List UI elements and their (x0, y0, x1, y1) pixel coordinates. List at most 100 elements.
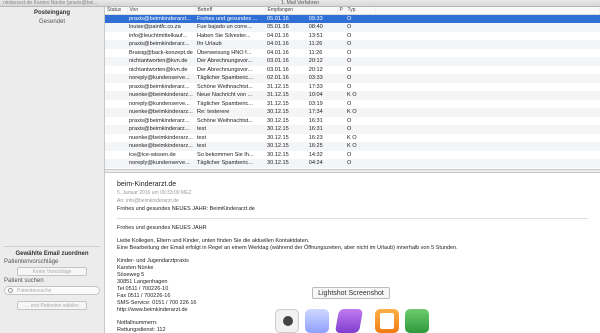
type-cell: O (345, 74, 375, 83)
column-received[interactable]: Empfangen (265, 7, 338, 15)
status-cell (105, 23, 127, 32)
column-type[interactable]: Typ (345, 7, 376, 15)
type-cell: K O (347, 134, 357, 141)
table-row[interactable]: noreply@kundenserve... Täglicher Spamberi… (105, 100, 600, 109)
priority-cell (337, 57, 345, 66)
mail-table: Status Von Betreff Empfangen P Typ praxi… (105, 7, 600, 168)
sidebar-item-inbox[interactable]: Posteingang (0, 10, 104, 16)
from-cell: praxis@beimkinderarzt... (127, 14, 195, 23)
search-icon (8, 288, 13, 293)
table-row[interactable]: nuenke@beimkinderarz... Re: testerere 30.1… (105, 108, 600, 117)
type-cell: K O (345, 108, 375, 117)
document-icon (380, 313, 394, 329)
subject-cell: Täglicher Spamberic... (195, 159, 265, 168)
received-cell: 05.01.16 09:33 (265, 14, 337, 23)
table-row[interactable]: info@leuchtmittelkauf... Haben Sie Silves… (105, 32, 600, 41)
pencil-icon[interactable] (334, 309, 364, 333)
suggestions-label: Patientenvorschläge (4, 259, 59, 265)
table-row[interactable]: praxis@beimkinderarz... Schöne Weihnachts… (105, 117, 600, 126)
from-cell: nuenke@beimkinderarz... (127, 91, 195, 100)
received-cell: 30.12.15 16:31 (265, 125, 337, 134)
from-cell: info@leuchtmittelkauf... (129, 32, 188, 39)
type-cell: O (345, 125, 375, 134)
type-cell: O (347, 32, 352, 39)
subject-cell: Schöne Weihnachtst... (197, 83, 253, 90)
pages-icon[interactable] (375, 309, 399, 333)
priority-cell (337, 40, 345, 49)
column-priority[interactable]: P (337, 7, 346, 15)
table-row[interactable]: ice@ice-wissen.de So bekommen Sie Ih... 30… (105, 151, 600, 160)
status-cell (105, 74, 127, 83)
table-row[interactable]: nichtantworten@kvn.de Der Abrechnungsvor.… (105, 57, 600, 66)
received-date: 03.01.16 (267, 66, 289, 73)
subject-cell: Fue bajado un corre... (195, 23, 265, 32)
filler-cell (375, 32, 600, 41)
received-cell: 31.12.15 10:04 (265, 91, 337, 100)
table-row[interactable]: praxis@beimkinderarz... test 30.12.15 16:31… (105, 125, 600, 134)
message-to: An: info@beimkinderarzt.de (117, 198, 179, 204)
priority-cell (337, 83, 345, 92)
received-time: 11:26 (308, 41, 323, 47)
assign-button[interactable]: ... erst Patienten wählen (17, 301, 87, 310)
priority-cell (337, 125, 345, 134)
subject-cell: Frohes und gesundes ... (195, 14, 265, 23)
received-date: 30.12.15 (267, 126, 289, 132)
priority-cell (337, 32, 345, 41)
table-row[interactable]: nuenke@beimkinderarz... test 30.12.15 16:23… (105, 134, 600, 143)
received-date: 04.01.16 (267, 32, 289, 39)
priority-cell (337, 23, 345, 32)
subject-cell: test (195, 142, 265, 151)
message-body-line-2: Eine Bearbeitung der Email erfolgt in Re… (117, 245, 458, 251)
received-date: 31.12.15 (267, 92, 289, 98)
filler-cell (375, 117, 600, 126)
table-row[interactable]: praxis@beimkinderarz... Schöne Weihnachts… (105, 83, 600, 92)
numbers-icon[interactable] (405, 309, 429, 333)
table-row[interactable]: louise@paintfc.co.za Fue bajado un corre.… (105, 23, 600, 32)
table-row[interactable]: noreply@kundenserve... Täglicher Spamberi… (105, 74, 600, 83)
received-date: 30.12.15 (267, 109, 289, 115)
table-row[interactable]: noreply@kundenserve... Täglicher Spamberi… (105, 159, 600, 168)
dock (275, 302, 455, 333)
sidebar-item-sent[interactable]: Gesendet (0, 19, 104, 25)
received-time: 17:33 (308, 83, 323, 90)
priority-cell (337, 49, 345, 58)
table-row[interactable]: Braisig@back-konzept.de Überweisung HNO f… (105, 49, 600, 58)
status-cell (105, 108, 127, 117)
received-time: 16:23 (308, 134, 323, 141)
table-row[interactable]: nichtantworten@kvn.de Der Abrechnungsvor.… (105, 66, 600, 75)
suggestions-button[interactable]: Keine Vorschläge (17, 267, 87, 276)
subject-cell: So bekommen Sie Ih... (197, 151, 254, 158)
filler-cell (375, 40, 600, 49)
subject-cell: Schöne Weihnachtst... (197, 117, 253, 124)
received-time: 17:34 (308, 109, 323, 115)
subject-cell: Überweisung HNO f... (197, 49, 252, 56)
received-date: 31.12.15 (267, 83, 289, 90)
table-row[interactable]: praxis@beimkinderarz... Ihr Urlaub 04.01.1… (105, 40, 600, 49)
received-cell: 03.01.16 20:12 (265, 57, 337, 66)
filler-cell (375, 74, 600, 83)
column-from[interactable]: Von (127, 7, 196, 15)
title-bar: ninderarzt.de Kanten Nünke (praxis@bei..… (0, 0, 600, 7)
filler-cell (375, 91, 600, 100)
from-cell: nichtantworten@kvn.de (127, 57, 195, 66)
priority-cell (337, 142, 345, 151)
status-cell (105, 40, 127, 49)
column-status[interactable]: Status (105, 7, 128, 15)
facetime-icon[interactable] (275, 309, 299, 333)
patient-search-input[interactable]: Patientensuche (4, 286, 100, 295)
table-row[interactable]: nuenke@beimkinderarz... Neue Nachricht vo… (105, 91, 600, 100)
filler-cell (375, 108, 600, 117)
preview-icon[interactable] (305, 309, 329, 333)
filler-cell (375, 151, 600, 160)
received-date: 05.01.16 (267, 24, 289, 30)
subject-cell: Neue Nachricht von ... (195, 91, 265, 100)
type-cell: O (347, 100, 352, 107)
table-row[interactable]: praxis@beimkinderarzt... Frohes und gesun… (105, 14, 600, 23)
table-header: Status Von Betreff Empfangen P Typ (105, 7, 600, 15)
status-cell (105, 142, 127, 151)
table-row[interactable]: nuenke@beimkinderarz... test 30.12.15 16:25… (105, 142, 600, 151)
type-cell: O (347, 117, 352, 124)
priority-cell (337, 159, 345, 168)
column-subject[interactable]: Betreff (195, 7, 266, 15)
message-body-line-1: Liebe Kollegen, Eltern und Kinder, unten… (117, 238, 310, 244)
